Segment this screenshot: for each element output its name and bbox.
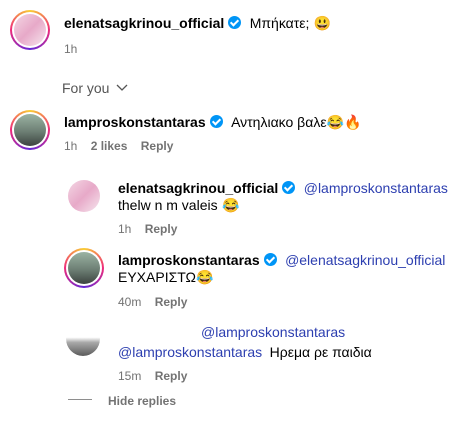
emoji: 😂 — [196, 269, 214, 285]
timestamp: 1h — [64, 42, 78, 56]
username[interactable]: lamproskonstantaras — [64, 114, 206, 130]
avatar — [14, 14, 46, 46]
username[interactable]: lamproskonstantaras — [118, 252, 260, 268]
comment-text: Αντηλιακο βαλε — [231, 114, 327, 130]
comment-text: Ηρεμα ρε παιδια — [269, 344, 372, 360]
verified-badge-icon — [228, 16, 242, 29]
divider — [68, 399, 92, 400]
for-you-filter[interactable]: For you — [62, 80, 128, 96]
avatar[interactable] — [66, 322, 100, 356]
avatar-story-ring[interactable] — [10, 10, 50, 50]
mention-link[interactable]: @elenatsagkrinou_official — [285, 252, 445, 268]
reply-button[interactable]: Reply — [155, 369, 188, 383]
avatar — [68, 252, 100, 284]
reply-button[interactable]: Reply — [141, 139, 174, 153]
emoji: 😂 — [222, 197, 240, 213]
avatar-story-ring[interactable] — [10, 110, 50, 150]
verified-badge-icon — [209, 115, 223, 128]
likes-count[interactable]: 2 likes — [91, 139, 128, 153]
mention-link[interactable]: @lamproskonstantaras — [201, 324, 345, 340]
hide-replies-label: Hide replies — [108, 394, 177, 408]
avatar — [14, 114, 46, 146]
comment-text: Μπήκατε; — [249, 15, 310, 31]
comment-text: thelw n m valeis — [118, 197, 218, 213]
comment-text: ΕΥΧΑΡΙΣΤΩ — [118, 269, 196, 285]
timestamp: 15m — [118, 369, 142, 383]
verified-badge-icon — [263, 253, 277, 266]
timestamp: 40m — [118, 295, 142, 309]
chevron-down-icon — [116, 84, 128, 91]
username[interactable]: elenatsagkrinou_official — [118, 180, 278, 196]
username[interactable]: elenatsagkrinou_official — [64, 15, 224, 31]
avatar-story-ring[interactable] — [64, 248, 104, 288]
avatar[interactable] — [64, 176, 104, 216]
emoji: 😃 — [313, 15, 332, 31]
mention-link[interactable]: @lamproskonstantaras — [118, 344, 262, 360]
timestamp: 1h — [118, 222, 132, 236]
verified-badge-icon — [282, 181, 296, 194]
mention-link[interactable]: @lamproskonstantaras — [304, 180, 448, 196]
reply-button[interactable]: Reply — [145, 222, 178, 236]
hide-replies-button[interactable]: Hide replies — [64, 392, 176, 410]
emoji: 😂🔥 — [326, 114, 362, 130]
reply-button[interactable]: Reply — [155, 295, 188, 309]
timestamp: 1h — [64, 139, 78, 153]
for-you-label: For you — [62, 80, 110, 96]
